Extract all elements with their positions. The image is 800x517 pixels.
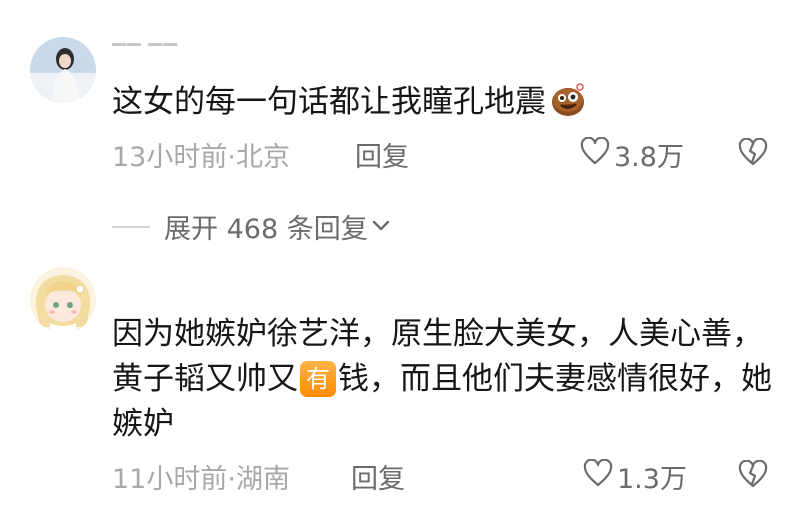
broken-heart-icon[interactable] <box>738 459 768 492</box>
comment-meta: 13小时前·北京 <box>112 142 290 173</box>
expand-replies-button[interactable]: 展开 468 条回复 <box>112 207 390 246</box>
reply-button[interactable]: 回复 <box>355 135 409 174</box>
comment-meta: 11小时前·湖南 <box>112 464 290 495</box>
expand-replies-label: 展开 468 条回复 <box>164 214 368 245</box>
like-count: 1.3万 <box>617 464 687 495</box>
like-button[interactable]: 1.3万 <box>583 457 687 496</box>
chevron-down-icon <box>372 217 390 236</box>
divider-line <box>112 225 150 228</box>
heart-outline-icon <box>583 458 613 494</box>
comment-text-content: 这女的每一句话都让我瞳孔地震 <box>112 84 546 120</box>
avatar[interactable] <box>30 37 96 103</box>
cookie-face-emoji-icon <box>550 83 586 130</box>
like-count: 3.8万 <box>614 142 684 173</box>
comment-text: 因为她嫉妒徐艺洋，原生脸大美女，人美心善，黄子韬又帅又有钱，而且他们夫妻感情很好… <box>112 312 772 447</box>
reply-button[interactable]: 回复 <box>351 457 405 496</box>
username-masked: ▔▔ ▔▔ <box>112 44 179 65</box>
heart-outline-icon <box>580 136 610 172</box>
avatar[interactable] <box>30 267 96 333</box>
you-badge-icon: 有 <box>300 361 336 397</box>
comment-text: 这女的每一句话都让我瞳孔地震 <box>112 80 772 130</box>
broken-heart-icon[interactable] <box>738 137 768 170</box>
like-button[interactable]: 3.8万 <box>580 135 684 174</box>
